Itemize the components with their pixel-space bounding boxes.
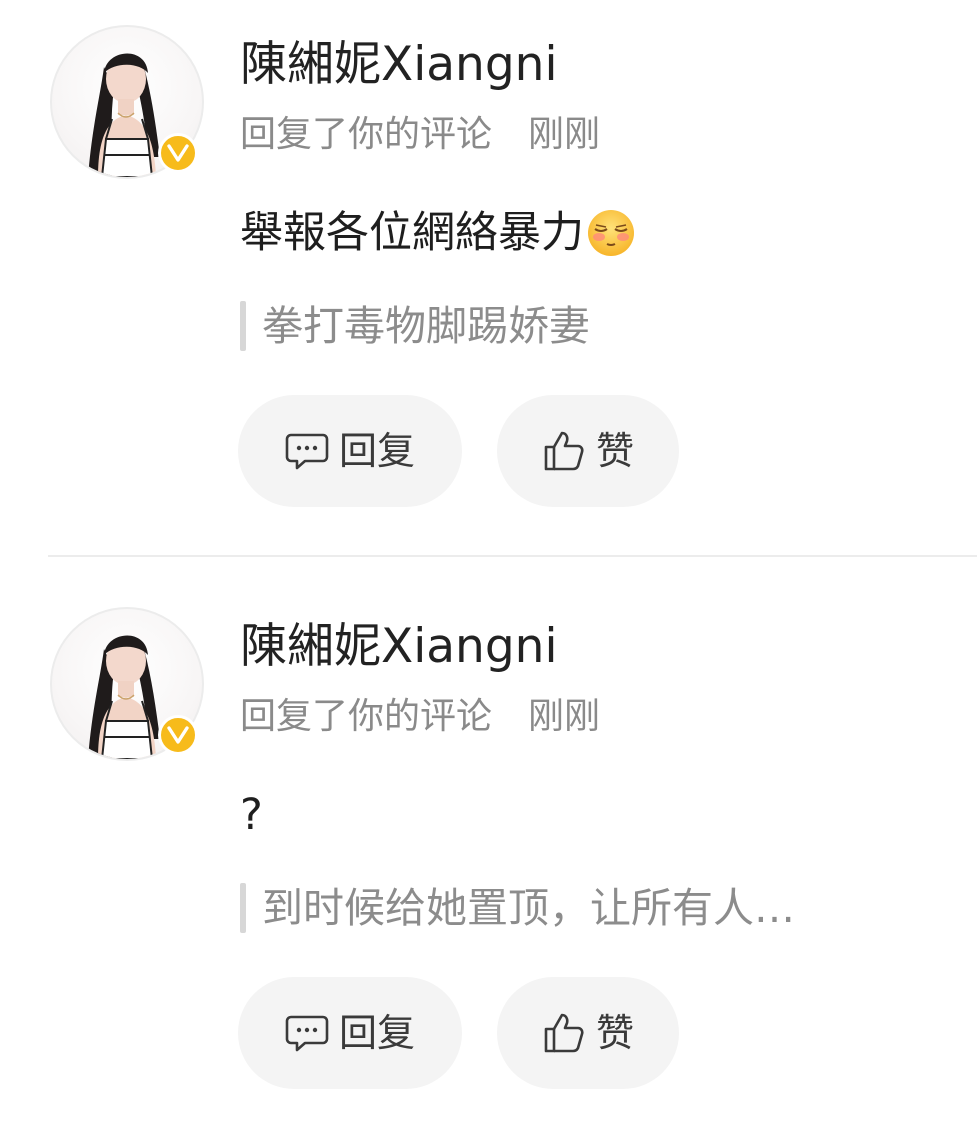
quote-bar [240,301,246,351]
verified-v-icon [167,726,189,744]
like-button-label: 赞 [595,429,634,473]
thumbs-up-icon [544,1013,584,1053]
notification-item: 陳緗妮Xiangni 回复了你的评论刚刚 舉報各位網絡暴力 拳打毒物脚踢娇妻 [0,0,977,540]
verified-badge [158,715,198,755]
like-button[interactable]: 赞 [497,977,679,1089]
comment-bubble-icon [285,1015,329,1052]
shy-face-emoji-icon [588,210,634,256]
verified-v-icon [167,144,189,162]
divider [48,555,977,557]
like-button-label: 赞 [595,1011,634,1055]
reply-comment: ? [240,782,263,848]
quoted-text: 拳打毒物脚踢娇妻 [262,302,590,350]
username[interactable]: 陳緗妮Xiangni [240,34,558,96]
action-text: 回复了你的评论 [240,696,493,737]
reply-comment-text: ? [240,790,263,840]
avatar-container[interactable] [50,607,204,761]
timestamp: 刚刚 [528,114,601,155]
notification-meta: 回复了你的评论 刚刚 [240,692,600,742]
timestamp: 刚刚 [528,696,601,737]
verified-badge [158,133,198,173]
reply-button[interactable]: 回复 [238,395,462,507]
notification-item: 陳緗妮Xiangni 回复了你的评论 刚刚 ? 到时候给她置顶，让所有人… 回复 … [0,582,977,1122]
comment-bubble-icon [285,433,329,470]
reply-button[interactable]: 回复 [238,977,462,1089]
reply-comment: 舉報各位網絡暴力 [240,200,636,266]
username[interactable]: 陳緗妮Xiangni [240,616,558,678]
avatar-container[interactable] [50,25,204,179]
reply-button-label: 回复 [338,429,415,473]
action-text: 回复了你的评论 [240,114,493,155]
like-button[interactable]: 赞 [497,395,679,507]
notification-meta: 回复了你的评论 刚刚 [240,110,600,160]
quoted-original-comment[interactable]: 到时候给她置顶，让所有人… [240,878,795,938]
reply-comment-text: 舉報各位網絡暴力 [240,208,584,258]
reply-button-label: 回复 [338,1011,415,1055]
thumbs-up-icon [544,431,584,471]
quoted-original-comment[interactable]: 拳打毒物脚踢娇妻 [240,296,590,356]
quoted-text: 到时候给她置顶，让所有人… [262,884,795,932]
quote-bar [240,883,246,933]
